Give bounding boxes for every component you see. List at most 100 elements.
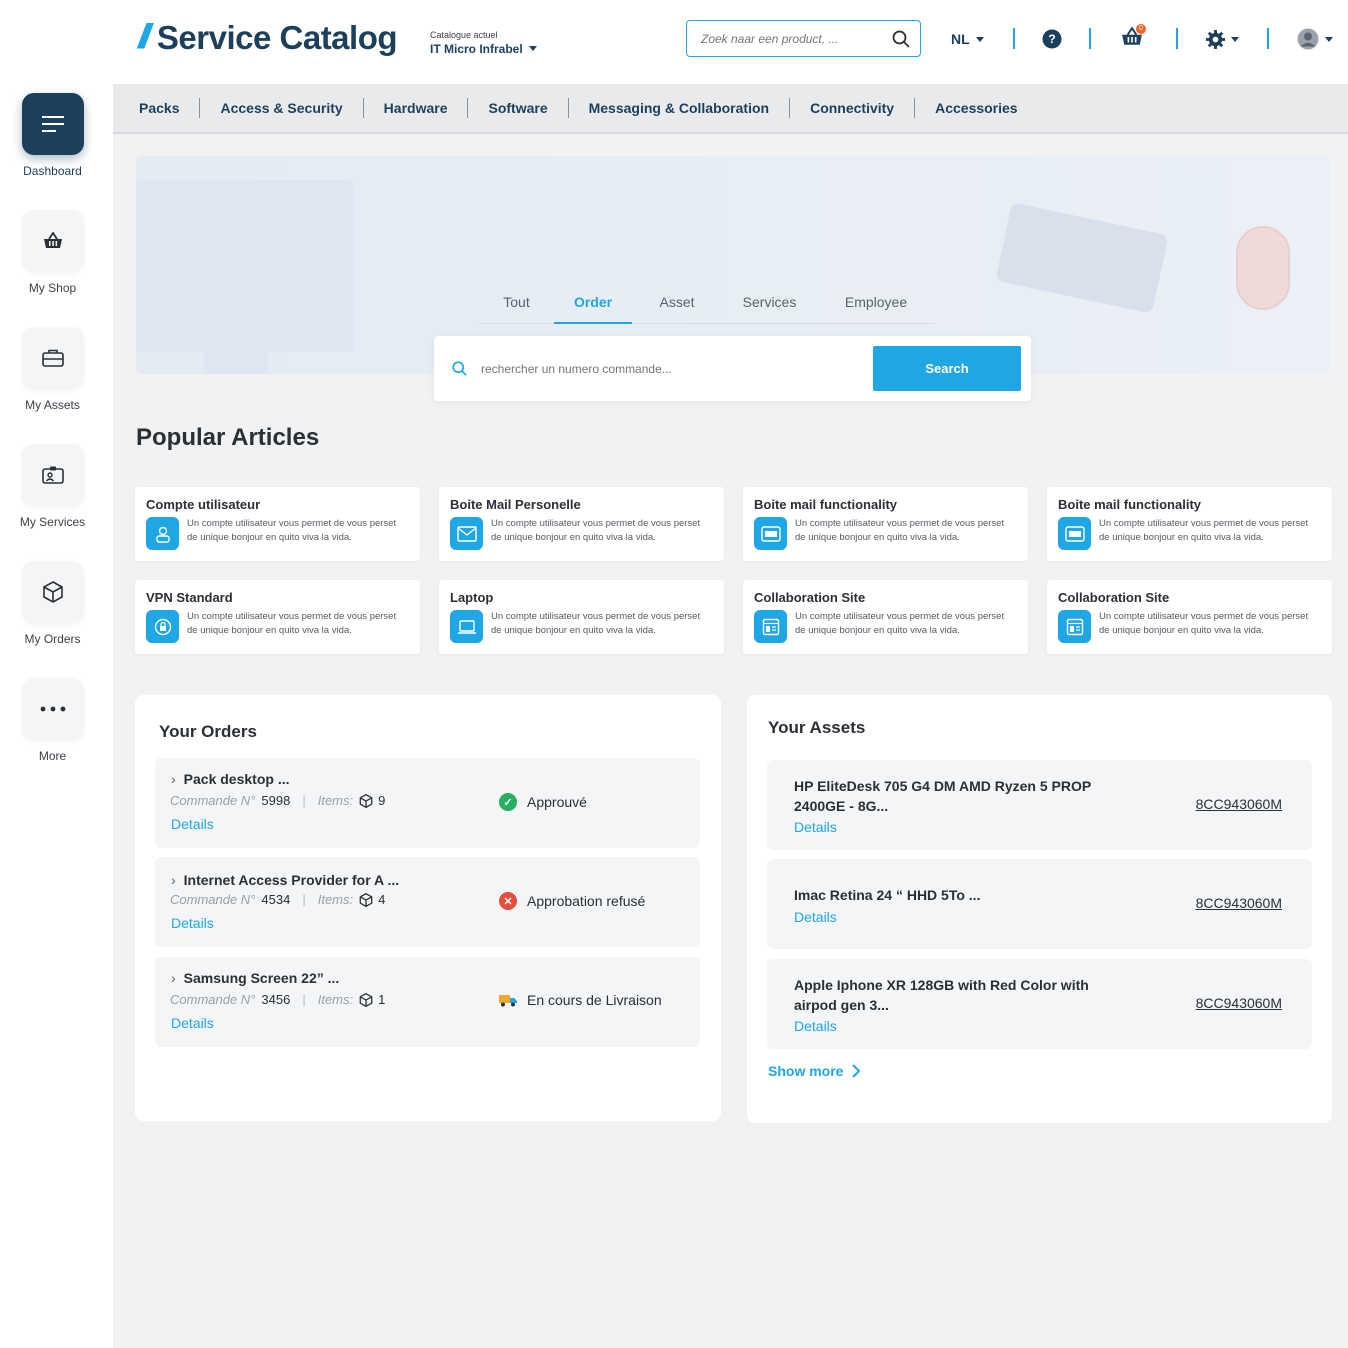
order-meta: Commande N° 4534 | Items: 4	[170, 892, 385, 907]
order-status: En cours de Livraison	[499, 992, 662, 1008]
orders-title: Your Orders	[159, 722, 257, 741]
chevron-down-icon	[528, 46, 537, 52]
article-body: Un compte utilisateur vous permet de vou…	[450, 517, 712, 550]
show-more-label: Show more	[768, 1063, 844, 1079]
tab-employee[interactable]: Employee	[817, 294, 935, 323]
sidebar-item-my-services[interactable]: My Services	[0, 444, 105, 529]
tab-order[interactable]: Order	[554, 294, 632, 324]
tab-asset[interactable]: Asset	[632, 294, 722, 323]
main-content: Packs Access & Security Hardware Softwar…	[113, 84, 1348, 1348]
order-name: › Internet Access Provider for A ...	[171, 872, 399, 888]
order-title: Samsung Screen 22” ...	[183, 970, 340, 986]
order-details-link[interactable]: Details	[171, 915, 214, 931]
sidebar-label: Dashboard	[23, 164, 82, 178]
status-text: En cours de Livraison	[527, 992, 662, 1008]
more-button[interactable]	[21, 678, 84, 740]
header-search[interactable]	[686, 20, 921, 57]
asset-details-link[interactable]: Details	[794, 909, 837, 925]
sidebar-item-more[interactable]: More	[0, 678, 105, 763]
article-card[interactable]: Boite mail functionality Un compte utili…	[1047, 487, 1332, 561]
article-card[interactable]: Collaboration Site Un compte utilisateur…	[743, 580, 1028, 654]
asset-code[interactable]: 8CC943060M	[1196, 796, 1282, 812]
article-title: Boite mail functionality	[1058, 497, 1202, 512]
box-icon	[359, 992, 373, 1007]
order-title: Pack desktop ...	[183, 771, 290, 787]
meta-divider: |	[302, 793, 306, 808]
help-icon: ?	[1042, 29, 1062, 49]
category-messaging-collaboration[interactable]: Messaging & Collaboration	[589, 100, 769, 116]
category-accessories[interactable]: Accessories	[935, 100, 1018, 116]
status-text: Approuvé	[527, 794, 587, 810]
asset-item[interactable]: Imac Retina 24 “ HHD 5To ... 8CC943060M …	[767, 859, 1312, 949]
header-divider	[1089, 28, 1091, 49]
catalog-selector[interactable]: Catalogue actuel IT Micro Infrabel	[430, 30, 537, 58]
collaboration-icon	[754, 610, 787, 643]
header-search-input[interactable]	[701, 31, 892, 46]
category-hardware[interactable]: Hardware	[384, 100, 448, 116]
settings-button[interactable]	[1206, 26, 1239, 52]
tab-services[interactable]: Services	[722, 294, 817, 323]
user-menu[interactable]	[1297, 26, 1333, 52]
order-meta: Commande N° 3456 | Items: 1	[170, 992, 385, 1007]
collaboration-icon	[1058, 610, 1091, 643]
article-body: Un compte utilisateur vous permet de vou…	[450, 610, 712, 643]
status-text: Approbation refusé	[527, 893, 646, 909]
show-more-link[interactable]: Show more	[768, 1063, 861, 1079]
article-card[interactable]: Collaboration Site Un compte utilisateur…	[1047, 580, 1332, 654]
my-orders-button[interactable]	[21, 561, 84, 623]
order-item[interactable]: › Internet Access Provider for A ... Comm…	[155, 857, 700, 947]
article-card[interactable]: VPN Standard Un compte utilisateur vous …	[135, 580, 420, 654]
category-access-security[interactable]: Access & Security	[220, 100, 342, 116]
order-search-input[interactable]	[481, 361, 873, 376]
meta-divider: |	[302, 992, 306, 1007]
category-software[interactable]: Software	[488, 100, 547, 116]
order-item[interactable]: › Pack desktop ... Commande N° 5998 | Ite…	[155, 758, 700, 848]
article-title: Laptop	[450, 590, 494, 605]
language-selector[interactable]: NL	[951, 26, 984, 52]
asset-details-link[interactable]: Details	[794, 1018, 837, 1034]
order-details-link[interactable]: Details	[171, 1015, 214, 1031]
asset-code[interactable]: 8CC943060M	[1196, 995, 1282, 1011]
sidebar-item-my-shop[interactable]: My Shop	[0, 210, 105, 295]
my-assets-button[interactable]	[21, 327, 84, 389]
dashboard-button[interactable]	[21, 93, 84, 155]
article-description: Un compte utilisateur vous permet de vou…	[1099, 611, 1309, 636]
logo[interactable]: // Service Catalog	[138, 18, 398, 57]
box-icon	[359, 793, 373, 808]
article-title: Collaboration Site	[1058, 590, 1170, 605]
category-connectivity[interactable]: Connectivity	[810, 100, 894, 116]
asset-details-link[interactable]: Details	[794, 819, 837, 835]
asset-item[interactable]: Apple Iphone XR 128GB with Red Color wit…	[767, 959, 1312, 1049]
sidebar-item-dashboard[interactable]: Dashboard	[0, 93, 105, 178]
tab-tout[interactable]: Tout	[479, 294, 554, 323]
article-card[interactable]: Compte utilisateur Un compte utilisateur…	[135, 487, 420, 561]
chevron-right-icon: ›	[171, 771, 176, 787]
article-card[interactable]: Laptop Un compte utilisateur vous permet…	[439, 580, 724, 654]
help-button[interactable]: ?	[1042, 26, 1062, 52]
nav-divider	[467, 98, 469, 118]
sidebar-item-my-assets[interactable]: My Assets	[0, 327, 105, 412]
order-details-link[interactable]: Details	[171, 816, 214, 832]
category-packs[interactable]: Packs	[139, 100, 179, 116]
category-nav: Packs Access & Security Hardware Softwar…	[113, 84, 1348, 134]
order-items-count: 9	[378, 793, 386, 808]
my-services-button[interactable]	[21, 444, 84, 506]
asset-item[interactable]: HP EliteDesk 705 G4 DM AMD Ryzen 5 PROP …	[767, 760, 1312, 850]
article-card[interactable]: Boite mail functionality Un compte utili…	[743, 487, 1028, 561]
catalog-name: IT Micro Infrabel	[430, 42, 523, 56]
asset-code[interactable]: 8CC943060M	[1196, 895, 1282, 911]
cart-badge: 0	[1136, 23, 1146, 34]
order-title: Internet Access Provider for A ...	[183, 872, 400, 888]
my-shop-button[interactable]	[21, 210, 84, 272]
order-status: ✕ Approbation refusé	[499, 892, 645, 910]
article-title: Collaboration Site	[754, 590, 866, 605]
cart-button[interactable]: 0	[1121, 23, 1146, 52]
search-icon[interactable]	[892, 30, 910, 48]
search-button[interactable]: Search	[873, 346, 1021, 391]
items-label: Items:	[317, 793, 354, 808]
article-card[interactable]: Boite Mail Personelle Un compte utilisat…	[439, 487, 724, 561]
order-item[interactable]: › Samsung Screen 22” ... Commande N° 3456…	[155, 957, 700, 1047]
article-description: Un compte utilisateur vous permet de vou…	[491, 611, 701, 636]
catalog-label: Catalogue actuel	[430, 30, 498, 40]
sidebar-item-my-orders[interactable]: My Orders	[0, 561, 105, 646]
